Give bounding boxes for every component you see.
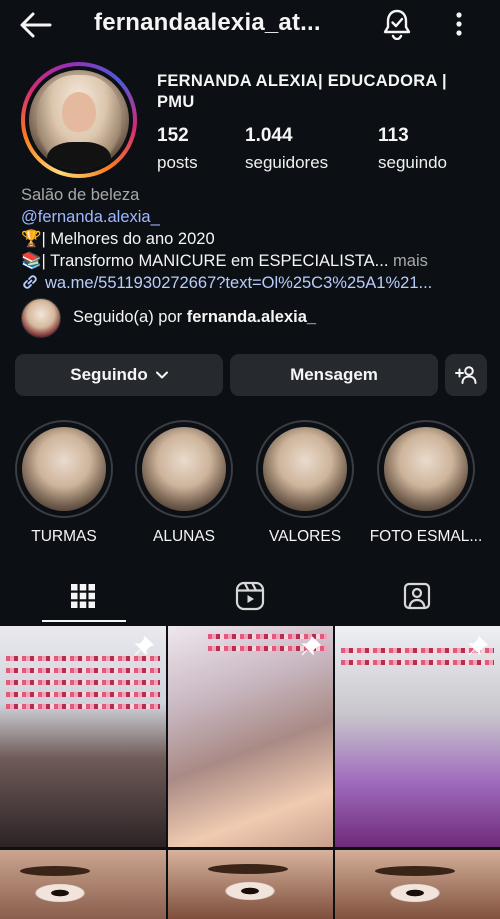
bell-check-icon[interactable] — [382, 8, 412, 40]
highlight-alunas[interactable]: ALUNAS — [135, 420, 233, 546]
highlight-cover — [384, 427, 468, 511]
posts-grid — [0, 626, 500, 919]
bio-website-link[interactable]: wa.me/5511930272667?text=Ol%25C3%25A1%21… — [21, 272, 491, 294]
following-button[interactable]: Seguindo — [15, 354, 223, 396]
bio-website-text: wa.me/5511930272667?text=Ol%25C3%25A1%21… — [45, 274, 433, 292]
stat-value: 113 — [378, 125, 409, 146]
profile-username: fernandaalexia_at... — [94, 9, 321, 36]
bio-line-2[interactable]: 📚| Transformo MANICURE em ESPECIALISTA..… — [21, 250, 491, 272]
more-options-icon[interactable] — [446, 10, 472, 40]
bio-line-2-text: 📚| Transformo MANICURE em ESPECIALISTA..… — [21, 252, 389, 270]
highlight-label: VALORES — [268, 528, 342, 545]
bio-line-1: 🏆| Melhores do ano 2020 — [21, 230, 215, 248]
reels-icon — [235, 581, 265, 611]
highlight-cover — [22, 427, 106, 511]
message-button-label: Mensagem — [290, 365, 378, 384]
top-bar: fernandaalexia_at... — [0, 0, 500, 50]
highlight-turmas[interactable]: TURMAS — [15, 420, 113, 546]
profile-bio: Salão de beleza @fernanda.alexia_ 🏆| Mel… — [21, 184, 491, 294]
back-arrow-icon[interactable] — [18, 10, 54, 40]
profile-avatar — [29, 70, 129, 170]
highlight-label: TURMAS — [31, 528, 97, 545]
tab-tagged[interactable] — [334, 568, 500, 624]
post-thumbnail[interactable] — [335, 626, 500, 847]
stat-followers[interactable]: 1.044 seguidores — [245, 125, 328, 173]
followed-by-text: Seguido(a) por fernanda.alexia_ — [73, 308, 317, 326]
stat-value: 1.044 — [245, 125, 293, 146]
pin-icon — [468, 636, 488, 656]
profile-avatar-story-ring[interactable] — [21, 62, 137, 178]
following-button-label: Seguindo — [70, 365, 148, 384]
profile-tabs — [0, 568, 500, 624]
bio-handle-link[interactable]: @fernanda.alexia_ — [21, 206, 491, 228]
tab-reels[interactable] — [167, 568, 333, 624]
stat-following[interactable]: 113 seguindo — [378, 125, 447, 173]
highlight-label: ALUNAS — [152, 528, 216, 545]
post-thumbnail[interactable] — [168, 850, 333, 919]
stat-label: seguidores — [245, 153, 329, 172]
add-user-button[interactable] — [445, 354, 487, 396]
post-thumbnail[interactable] — [0, 626, 166, 847]
highlight-label: FOTO ESMAL... — [369, 528, 483, 545]
pin-icon — [301, 636, 321, 656]
stat-label: posts — [157, 153, 198, 172]
post-thumbnail[interactable] — [335, 850, 500, 919]
bio-category: Salão de beleza — [21, 186, 140, 204]
stat-label: seguindo — [378, 153, 448, 172]
profile-display-name: FERNANDA ALEXIA| EDUCADORA | PMU — [157, 72, 447, 111]
message-button[interactable]: Mensagem — [230, 354, 438, 396]
followed-by-user: fernanda.alexia_ — [186, 308, 317, 326]
tab-grid[interactable] — [0, 568, 166, 624]
highlight-valores[interactable]: VALORES — [256, 420, 354, 546]
follower-avatar — [21, 298, 61, 338]
add-person-icon — [455, 366, 477, 384]
post-thumbnail[interactable] — [0, 850, 166, 919]
stat-posts[interactable]: 152 posts — [157, 125, 198, 173]
highlight-cover — [142, 427, 226, 511]
post-thumbnail[interactable] — [168, 626, 333, 847]
chevron-down-icon — [155, 371, 168, 379]
stat-value: 152 — [157, 125, 189, 146]
tagged-person-icon — [403, 582, 431, 610]
grid-icon — [71, 584, 95, 608]
link-icon — [23, 275, 37, 289]
pin-icon — [134, 636, 154, 656]
bio-more-link[interactable]: mais — [388, 252, 428, 270]
highlight-cover — [263, 427, 347, 511]
highlight-foto-esmalte[interactable]: FOTO ESMAL... — [370, 420, 482, 546]
followed-by-row[interactable]: Seguido(a) por fernanda.alexia_ — [21, 298, 481, 338]
